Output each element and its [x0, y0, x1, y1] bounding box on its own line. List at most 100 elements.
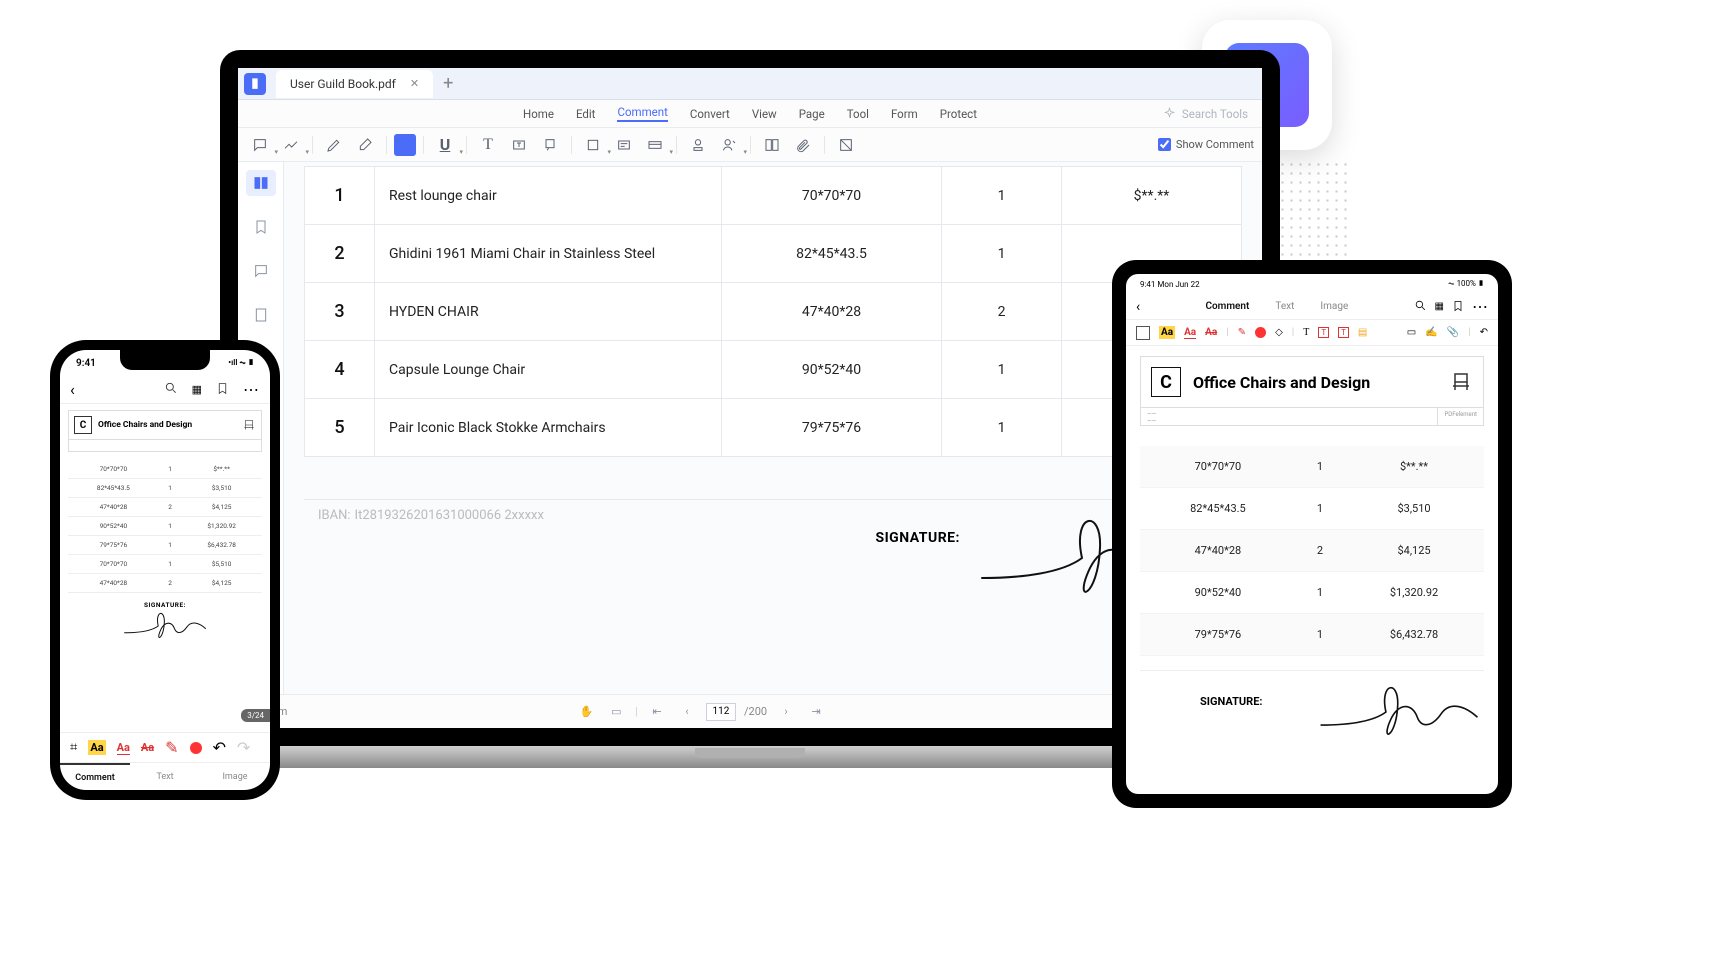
select-tool-icon[interactable]: ▭ [605, 702, 627, 722]
redo-icon[interactable]: ↷ [237, 738, 250, 757]
textbox-tool[interactable] [505, 133, 533, 157]
signature-tool[interactable]: ✍ [1425, 327, 1437, 338]
tab-image[interactable]: Image [200, 763, 270, 790]
search-icon[interactable] [164, 380, 178, 399]
attachment-icon[interactable]: 📎 [1447, 327, 1459, 338]
menu-protect[interactable]: Protect [940, 107, 977, 121]
tablet-status-bar: 9:41 Mon Jun 22 ⏦ 100% ▮ [1126, 274, 1498, 294]
comments-panel-icon[interactable] [246, 258, 276, 284]
pencil-icon[interactable]: ✎ [1238, 327, 1246, 338]
bookmark-icon[interactable] [216, 380, 229, 399]
document-tab[interactable]: User Guild Book.pdf ✕ [276, 70, 433, 98]
next-page-icon[interactable]: › [775, 702, 797, 722]
sparkle-icon [1163, 107, 1176, 120]
highlight-tool[interactable]: Aa [1159, 326, 1175, 339]
close-icon[interactable]: ✕ [410, 77, 419, 90]
prev-page-icon[interactable]: ‹ [676, 702, 698, 722]
thumbnails-panel-icon[interactable] [246, 170, 276, 196]
bookmark-icon[interactable] [1452, 297, 1464, 316]
menu-edit[interactable]: Edit [576, 107, 595, 121]
menu-view[interactable]: View [752, 107, 777, 121]
highlight-tool[interactable] [277, 133, 305, 157]
table-row: 1Rest lounge chair70*70*701$**.** [305, 167, 1242, 225]
grid-icon[interactable]: ▦ [1435, 301, 1444, 312]
table-row: 79*75*761$6,432.78 [68, 536, 262, 555]
search-icon[interactable] [1414, 297, 1427, 316]
text-tool[interactable]: T [474, 133, 502, 157]
compare-tool[interactable] [758, 133, 786, 157]
doc-title: Office Chairs and Design [98, 420, 192, 430]
select-tool[interactable] [1136, 326, 1150, 340]
doc-title: Office Chairs and Design [1193, 373, 1370, 392]
last-page-icon[interactable]: ⇥ [805, 702, 827, 722]
phone-top-bar: ‹ ▦ ⋯ [60, 376, 270, 404]
tab-text[interactable]: Text [1275, 301, 1294, 312]
sticky-note-tool[interactable] [610, 133, 638, 157]
doc-meta: ———— [1141, 408, 1162, 425]
menu-convert[interactable]: Convert [690, 107, 730, 121]
hide-comments-tool[interactable] [832, 133, 860, 157]
back-icon[interactable]: ‹ [70, 380, 75, 399]
signature-tool[interactable] [715, 133, 743, 157]
page-input[interactable] [706, 703, 736, 721]
color-dot-icon[interactable] [1255, 327, 1266, 338]
eraser-icon[interactable]: ◇ [1275, 327, 1283, 338]
table-row: 5Pair Iconic Black Stokke Armchairs79*75… [305, 399, 1242, 457]
attachment-tool[interactable] [789, 133, 817, 157]
stamp-tool[interactable]: ▭ [1407, 327, 1416, 338]
underline-tool[interactable]: Aa [1184, 327, 1196, 339]
undo-icon[interactable]: ↶ [213, 738, 226, 757]
eraser-tool[interactable] [351, 133, 379, 157]
signature-label: SIGNATURE: [1200, 695, 1262, 708]
color-dot-icon[interactable] [190, 742, 202, 754]
more-icon[interactable]: ⋯ [243, 380, 260, 399]
new-tab-button[interactable]: + [443, 73, 453, 94]
attachments-panel-icon[interactable] [246, 302, 276, 328]
hand-tool-icon[interactable]: ✋ [575, 702, 597, 722]
menu-home[interactable]: Home [523, 107, 554, 121]
bookmark-panel-icon[interactable] [246, 214, 276, 240]
tab-comment[interactable]: Comment [1205, 301, 1249, 312]
menu-page[interactable]: Page [799, 107, 825, 121]
window-tabbar: ▮ User Guild Book.pdf ✕ + [238, 68, 1262, 100]
shape-tool[interactable] [579, 133, 607, 157]
highlight-tool[interactable]: Aa [88, 740, 105, 755]
menu-tool[interactable]: Tool [847, 107, 869, 121]
table-row: 47*40*282$4,125 [68, 498, 262, 517]
pencil-tool[interactable] [320, 133, 348, 157]
table-row: 82*45*43.51$3,510 [1140, 488, 1484, 530]
tab-text[interactable]: Text [130, 763, 200, 790]
show-comment-toggle[interactable]: Show Comment [1158, 138, 1254, 151]
tab-comment[interactable]: Comment [60, 763, 130, 790]
textbox-tool[interactable]: T [1318, 327, 1329, 338]
menu-form[interactable]: Form [891, 107, 918, 121]
table-row: 4Capsule Lounge Chair90*52*401 [305, 341, 1242, 399]
grid-icon[interactable]: ▦ [192, 383, 202, 396]
underline-tool[interactable]: U [431, 133, 459, 157]
search-tools[interactable]: Search Tools [1163, 107, 1248, 121]
show-comment-checkbox[interactable] [1158, 138, 1171, 151]
area-tool[interactable] [641, 133, 669, 157]
color-fill-tool[interactable] [394, 134, 416, 156]
underline-tool[interactable]: Aa [117, 741, 130, 755]
pencil-icon[interactable]: ✎ [165, 738, 178, 757]
undo-icon[interactable]: ↶ [1480, 327, 1488, 338]
brand-label: PDFelement [1437, 408, 1483, 425]
menu-bar: Home Edit Comment Convert View Page Tool… [238, 100, 1262, 128]
menu-comment[interactable]: Comment [617, 105, 667, 122]
crop-icon[interactable]: ⌗ [70, 740, 77, 755]
tablet-top-bar: ‹ Comment Text Image ▦ ⋯ [1126, 294, 1498, 320]
callout-tool[interactable] [536, 133, 564, 157]
stamp-tool[interactable] [684, 133, 712, 157]
phone-bottom-tabs: Comment Text Image [60, 762, 270, 790]
more-icon[interactable]: ⋯ [1472, 297, 1488, 316]
tab-image[interactable]: Image [1320, 301, 1348, 312]
note-tool[interactable]: ▤ [1358, 327, 1367, 338]
strikeout-tool[interactable]: Aa [141, 741, 154, 754]
note-tool[interactable] [246, 133, 274, 157]
strikeout-tool[interactable]: Aa [1205, 327, 1217, 338]
text-tool[interactable]: T [1303, 327, 1309, 338]
first-page-icon[interactable]: ⇤ [646, 702, 668, 722]
callout-tool[interactable]: T [1338, 327, 1349, 338]
doc-logo: C [1151, 367, 1181, 397]
